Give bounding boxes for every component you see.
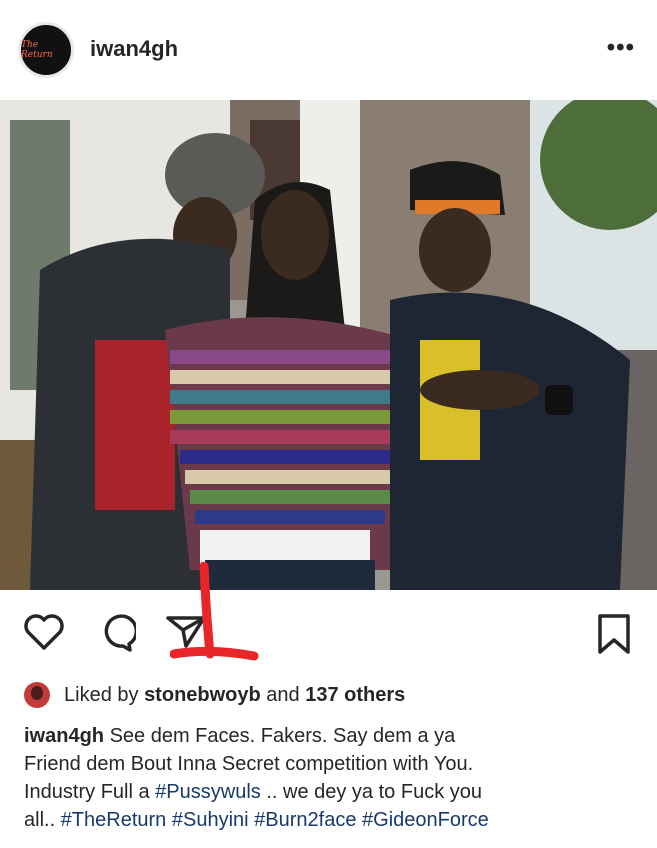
caption-text-3b: .. we dey ya to Fuck you [260,781,482,803]
comment-bubble-icon[interactable] [96,612,136,652]
caption-line-4: all.. #TheReturn #Suhyini #Burn2face #Gi… [24,806,644,834]
post-caption: iwan4gh See dem Faces. Fakers. Say dem a… [24,722,644,834]
caption-text-1: See dem Faces. Fakers. Say dem a ya [104,725,456,747]
caption-text-4a: all.. [24,809,61,831]
more-options-icon[interactable]: ••• [607,34,635,62]
caption-text-3a: Industry Full a [24,781,156,803]
post-action-bar [0,590,657,670]
heart-outline-icon[interactable] [22,612,66,652]
liker-username[interactable]: stonebwoyb [144,684,261,707]
caption-line-3: Industry Full a #Pussywuls .. we dey ya … [24,778,644,806]
hashtag-burn2face[interactable]: #Burn2face [254,809,356,831]
hashtag-gideonforce[interactable]: #GideonForce [362,809,489,831]
red-arrow-annotation [170,562,259,661]
post-photo[interactable] [0,100,657,590]
post-username[interactable]: iwan4gh [90,36,178,62]
profile-avatar[interactable]: The Return [18,22,74,78]
hashtag-thereturn[interactable]: #TheReturn [61,809,167,831]
likes-summary[interactable]: Liked by stonebwoyb and 137 others [24,680,405,710]
likes-count[interactable]: 137 others [305,684,405,707]
hashtag-pussywuls[interactable]: #Pussywuls [155,781,261,803]
liker-avatar [24,682,50,708]
photo-illustration [0,100,657,590]
likes-middle: and [260,683,306,706]
likes-prefix: Liked by [64,683,145,706]
caption-line-2: Friend dem Bout Inna Secret competition … [24,753,474,775]
bookmark-outline-icon[interactable] [596,612,632,656]
hashtag-suhyini[interactable]: #Suhyini [172,809,249,831]
caption-username[interactable]: iwan4gh [24,725,104,747]
caption-line-1: iwan4gh See dem Faces. Fakers. Say dem a… [24,722,644,750]
post-header: The Return iwan4gh ••• [0,0,657,100]
avatar-logo-text: The Return [21,40,53,60]
